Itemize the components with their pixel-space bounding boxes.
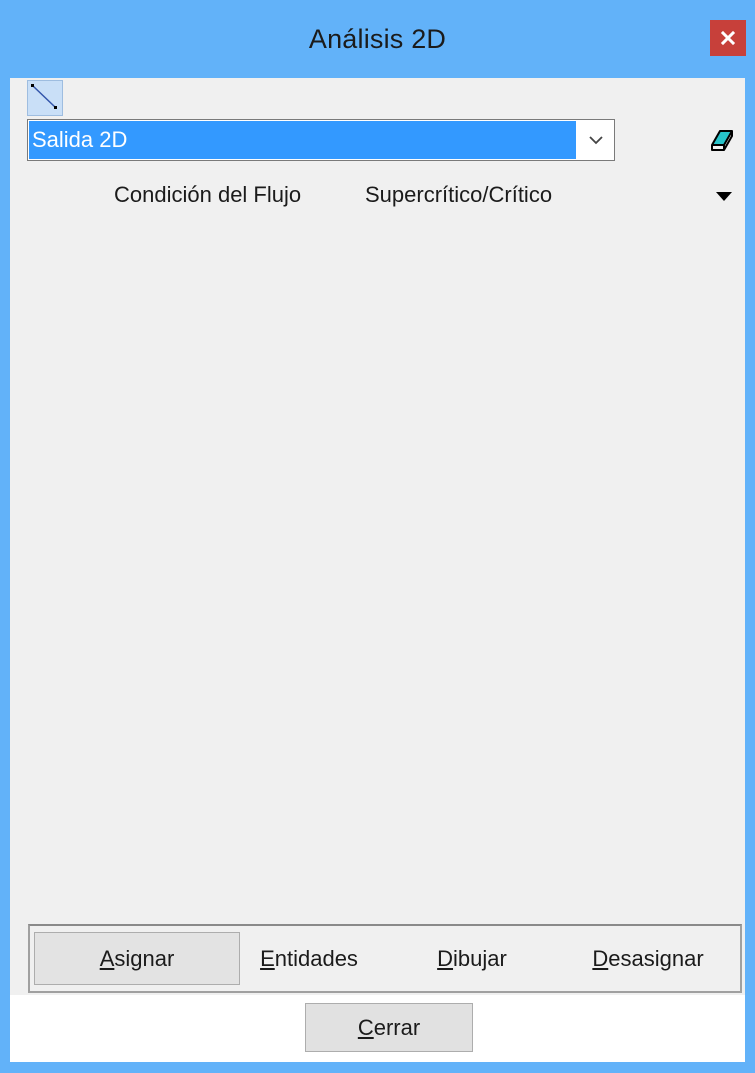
- dialog-footer: Cerrar: [10, 995, 745, 1062]
- draw-button[interactable]: Dibujar: [402, 932, 542, 985]
- condition-set-select[interactable]: Salida 2D: [27, 119, 615, 161]
- window-close-button[interactable]: [710, 20, 746, 56]
- line-tool-button[interactable]: [27, 80, 63, 116]
- entities-mnemonic: E: [260, 945, 275, 971]
- dialog-window: Análisis 2D Salida 2D Condición del Fluj…: [0, 0, 755, 1073]
- close-mnemonic: C: [357, 1014, 374, 1040]
- unassign-mnemonic: D: [592, 945, 609, 971]
- assign-button[interactable]: Asignar: [34, 932, 240, 985]
- dialog-body: Salida 2D Condición del Flujo Supercríti…: [10, 78, 745, 1062]
- line-entity-icon: [31, 84, 57, 109]
- draw-label: ibujar: [453, 945, 507, 971]
- close-icon: [721, 31, 735, 45]
- window-title: Análisis 2D: [308, 23, 447, 54]
- condition-set-selected-value: Salida 2D: [29, 121, 576, 159]
- chevron-down-icon: [588, 136, 603, 145]
- flow-condition-value[interactable]: Supercrítico/Crítico: [365, 182, 552, 208]
- unassign-label: esasignar: [608, 945, 704, 971]
- edit-condition-button[interactable]: [707, 126, 735, 154]
- triangle-down-icon[interactable]: [716, 192, 732, 201]
- draw-mnemonic: D: [437, 945, 454, 971]
- action-buttons-group: Asignar Entidades Dibujar Desasignar: [28, 924, 742, 993]
- title-bar[interactable]: Análisis 2D: [0, 0, 755, 78]
- entities-button[interactable]: Entidades: [244, 932, 374, 985]
- unassign-button[interactable]: Desasignar: [560, 932, 736, 985]
- close-label: errar: [373, 1014, 421, 1040]
- flow-condition-row: Condición del Flujo Supercrítico/Crítico: [10, 174, 745, 218]
- close-button[interactable]: Cerrar: [305, 1003, 473, 1052]
- entities-label: ntidades: [274, 945, 358, 971]
- assign-label: signar: [114, 945, 175, 971]
- assign-mnemonic: A: [99, 945, 115, 971]
- combo-dropdown-button[interactable]: [577, 120, 614, 160]
- eraser-edit-icon: [711, 130, 733, 151]
- flow-condition-label: Condición del Flujo: [114, 182, 302, 207]
